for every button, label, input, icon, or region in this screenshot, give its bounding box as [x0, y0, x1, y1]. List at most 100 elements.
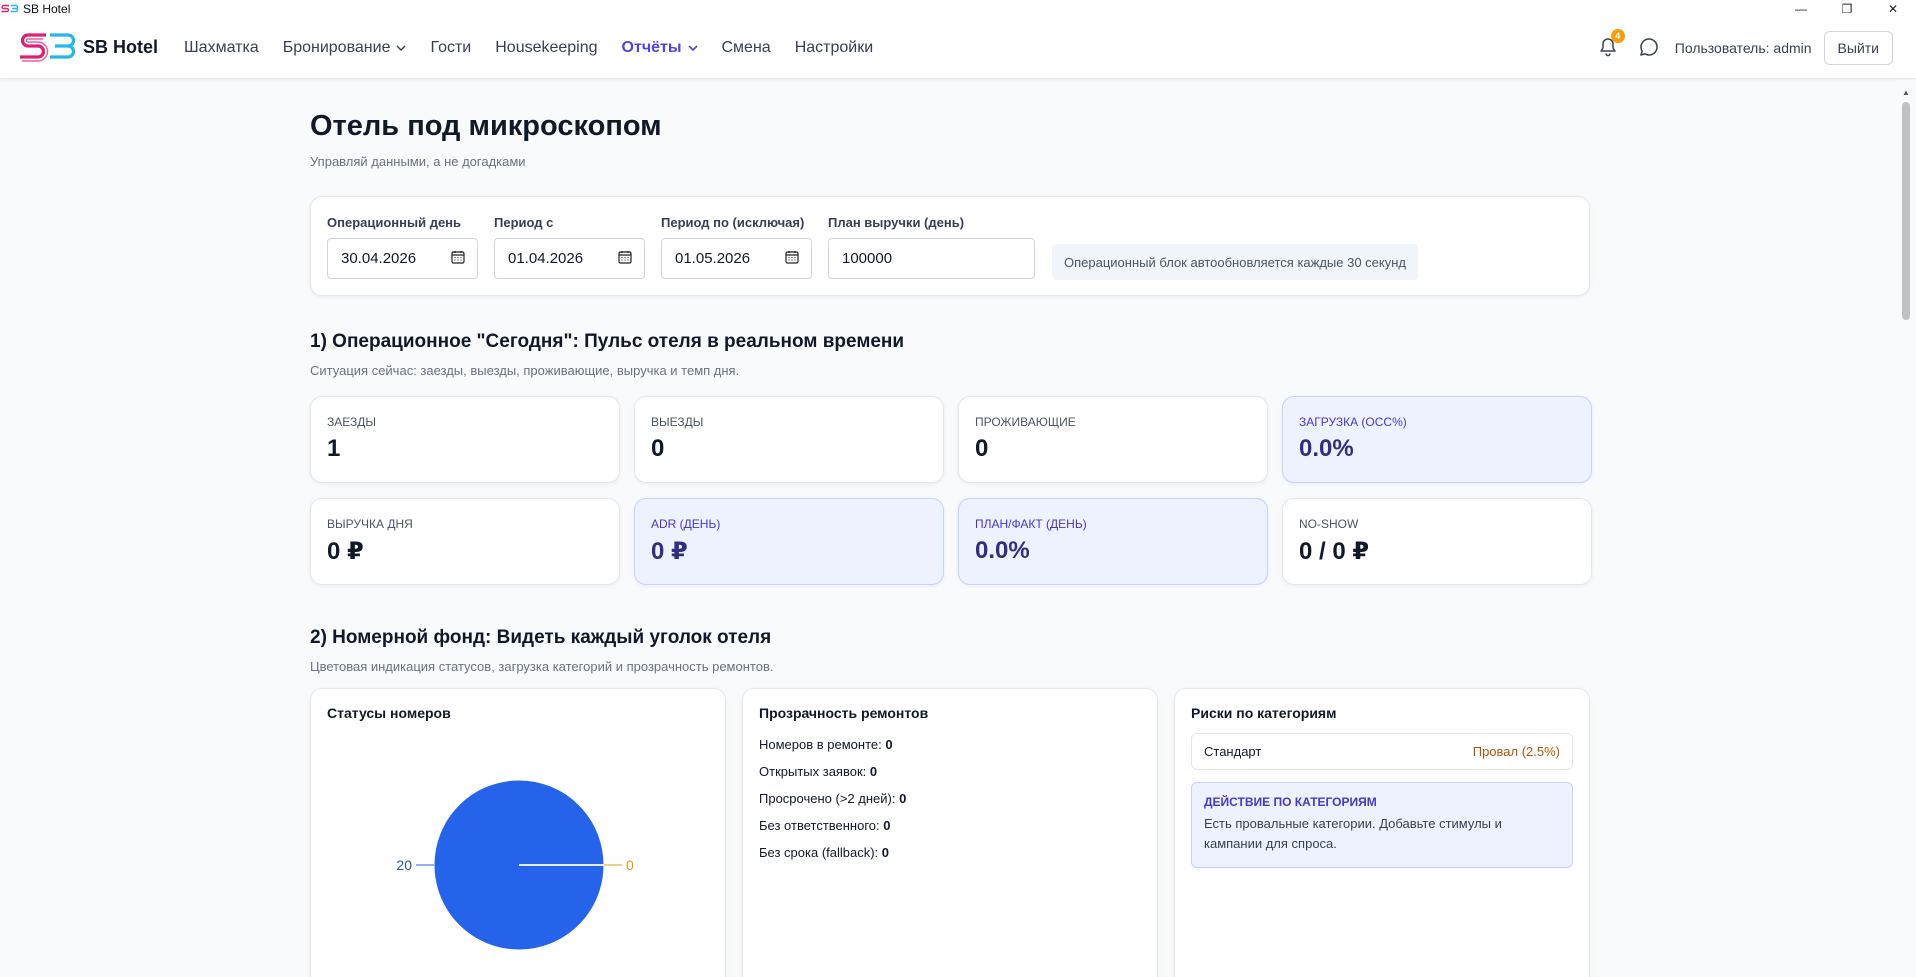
repairs-line-value: 0 — [881, 845, 890, 860]
calendar-icon[interactable] — [451, 250, 465, 268]
nav-item-shakhmatka[interactable]: Шахматка — [184, 39, 259, 57]
kpi-label: Загрузка (OCC%) — [1299, 415, 1407, 429]
room-status-pie-chart: 20 0 — [396, 779, 634, 951]
kpi-card-occupancy: Загрузка (OCC%) 0.0% — [1282, 396, 1592, 483]
repairs-in-repair-line: Номеров в ремонте: 0 — [759, 737, 1141, 752]
risk-category: Стандарт — [1204, 744, 1262, 759]
brand-name: SB Hotel — [83, 37, 159, 57]
minimize-button[interactable]: — — [1778, 0, 1824, 17]
revenue-plan-group: План выручки (день) 100000 — [828, 215, 1035, 279]
notification-count-badge: 4 — [1610, 28, 1625, 43]
period-to-group: Период по (исключая) 01.05.2026 — [661, 215, 812, 279]
window-titlebar: SB Hotel — ❐ ✕ — [0, 0, 1916, 17]
nav-item-guests[interactable]: Гости — [430, 39, 471, 57]
calendar-icon[interactable] — [785, 250, 799, 268]
notifications-button[interactable]: 4 — [1599, 28, 1625, 60]
repairs-line-label: Без ответственного: — [759, 818, 880, 833]
op-day-input[interactable]: 30.04.2026 — [327, 238, 478, 279]
kpi-card-arrivals: Заезды 1 — [310, 396, 620, 483]
nav-item-label: Отчёты — [621, 38, 682, 56]
revenue-plan-input[interactable]: 100000 — [828, 238, 1035, 279]
window-title: SB Hotel — [23, 1, 71, 16]
autorefresh-note: Операционный блок автообновляется каждые… — [1052, 244, 1419, 280]
chat-bubble-icon — [1639, 37, 1659, 60]
chevron-down-icon — [687, 44, 698, 51]
nav-item-label: Гости — [430, 38, 472, 56]
repairs-overdue-line: Просрочено (>2 дней): 0 — [759, 791, 1141, 806]
category-action-box: Действие по категориям Есть провальные к… — [1191, 782, 1573, 868]
nav-item-housekeeping[interactable]: Housekeeping — [495, 39, 597, 57]
kpi-card-plan-fact: План/Факт (день) 0.0% — [958, 498, 1268, 585]
room-status-title: Статусы номеров — [327, 705, 451, 721]
nav-item-booking[interactable]: Бронирование — [283, 39, 407, 57]
page-scrollbar[interactable]: ▲ — [1896, 80, 1916, 977]
pie-value-label: 0 — [626, 857, 634, 873]
room-status-panel: Статусы номеров 20 0 — [310, 688, 726, 977]
risk-status: Провал (2.5%) — [1472, 744, 1560, 759]
category-risks-title: Риски по категориям — [1191, 705, 1337, 721]
kpi-label: Выезды — [651, 415, 704, 429]
chevron-down-icon — [396, 45, 406, 51]
kpi-card-day-revenue: Выручка дня 0 ₽ — [310, 498, 620, 585]
messages-button[interactable] — [1639, 37, 1659, 60]
repairs-unassigned-line: Без ответственного: 0 — [759, 818, 1141, 833]
scroll-up-arrow-icon[interactable]: ▲ — [1902, 88, 1910, 97]
repairs-line-value: 0 — [883, 818, 891, 833]
kpi-label: Выручка дня — [327, 517, 413, 531]
op-day-label: Операционный день — [327, 215, 462, 230]
calendar-icon[interactable] — [618, 250, 632, 268]
period-from-group: Период с 01.04.2026 — [494, 215, 645, 279]
repairs-line-label: Просрочено (>2 дней): — [759, 791, 896, 806]
nav-item-shift[interactable]: Смена — [722, 39, 771, 57]
kpi-value: 0 ₽ — [327, 538, 364, 565]
nav-item-label: Смена — [721, 38, 771, 56]
pie-value-label: 20 — [396, 857, 412, 873]
op-day-group: Операционный день 30.04.2026 — [327, 215, 478, 279]
nav-item-reports[interactable]: Отчёты — [622, 39, 698, 57]
op-day-value: 30.04.2026 — [341, 250, 417, 267]
brand-link[interactable]: SB Hotel — [19, 30, 158, 65]
section1-title: 1) Операционное "Сегодня": Пульс отеля в… — [310, 331, 905, 352]
period-from-input[interactable]: 01.04.2026 — [494, 238, 645, 279]
kpi-label: ADR (день) — [651, 517, 721, 531]
revenue-plan-value: 100000 — [842, 250, 893, 267]
kpi-label: No-show — [1299, 517, 1359, 531]
kpi-label: План/Факт (день) — [975, 517, 1087, 531]
kpi-value: 0 — [975, 435, 989, 462]
scrollbar-thumb[interactable] — [1902, 102, 1910, 320]
risk-row: Стандарт Провал (2.5%) — [1191, 733, 1573, 770]
page-subtitle: Управляй данными, а не догадками — [310, 154, 526, 169]
logout-button[interactable]: Выйти — [1823, 31, 1893, 65]
revenue-plan-label: План выручки (день) — [828, 215, 965, 230]
category-action-text: Есть провальные категории. Добавьте стим… — [1204, 816, 1502, 851]
nav-item-label: Housekeeping — [495, 38, 598, 56]
page-title: Отель под микроскопом — [310, 110, 662, 142]
repairs-open-requests-line: Открытых заявок: 0 — [759, 764, 1141, 779]
kpi-value: 0 / 0 ₽ — [1299, 538, 1370, 565]
period-to-value: 01.05.2026 — [675, 250, 751, 267]
kpi-card-no-show: No-show 0 / 0 ₽ — [1282, 498, 1592, 585]
kpi-value: 0.0% — [975, 537, 1030, 564]
section2-subtitle: Цветовая индикация статусов, загрузка ка… — [310, 659, 774, 674]
kpi-card-in-house: Проживающие 0 — [958, 396, 1268, 483]
brand-logo-icon — [19, 30, 77, 65]
kpi-label: Заезды — [327, 415, 376, 429]
repairs-line-label: Открытых заявок: — [759, 764, 867, 779]
kpi-card-departures: Выезды 0 — [634, 396, 944, 483]
repairs-panel: Прозрачность ремонтов Номеров в ремонте:… — [742, 688, 1158, 977]
nav-item-label: Бронирование — [282, 38, 391, 56]
section1-subtitle: Ситуация сейчас: заезды, выезды, прожива… — [310, 363, 740, 378]
nav-item-settings[interactable]: Настройки — [795, 39, 873, 57]
kpi-value: 0 ₽ — [651, 538, 688, 565]
maximize-button[interactable]: ❐ — [1824, 0, 1870, 17]
repairs-no-deadline-line: Без срока (fallback): 0 — [759, 845, 1141, 860]
user-label: Пользователь: admin — [1674, 40, 1812, 56]
period-to-input[interactable]: 01.05.2026 — [661, 238, 812, 279]
filters-panel: Операционный день 30.04.2026 Период с 01… — [310, 196, 1590, 296]
kpi-card-adr: ADR (день) 0 ₽ — [634, 498, 944, 585]
close-window-button[interactable]: ✕ — [1870, 0, 1916, 17]
top-navbar: SB Hotel Шахматка Бронирование Гости Hou… — [0, 17, 1916, 79]
repairs-line-label: Без срока (fallback): — [759, 845, 879, 860]
kpi-value: 0.0% — [1299, 435, 1354, 462]
category-action-title: Действие по категориям — [1204, 795, 1377, 809]
